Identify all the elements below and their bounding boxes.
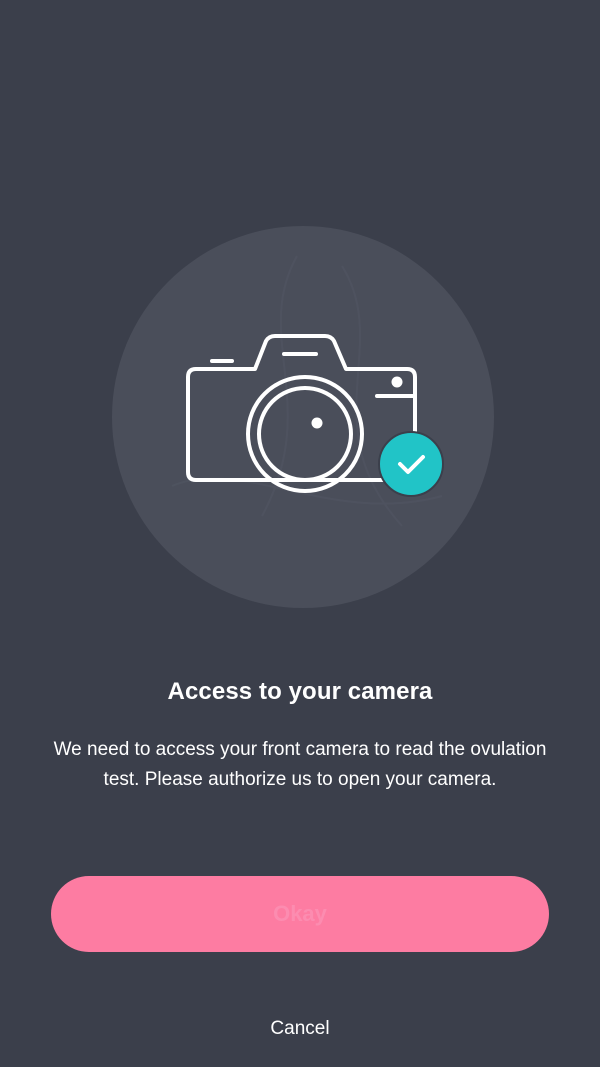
cancel-button[interactable]: Cancel [200, 1012, 400, 1046]
camera-lens-highlight [311, 417, 323, 429]
permission-description: We need to access your front camera to r… [53, 739, 547, 790]
camera-permission-screen: Access to your camera We need to access … [0, 0, 600, 1067]
camera-illustration [112, 226, 494, 608]
okay-button[interactable]: Okay [51, 876, 549, 952]
check-badge [378, 431, 444, 497]
page-title: Access to your camera [167, 678, 433, 705]
background-circle [112, 226, 494, 608]
camera-flash-dot [391, 376, 403, 388]
camera-illustration-graphic [112, 226, 494, 608]
